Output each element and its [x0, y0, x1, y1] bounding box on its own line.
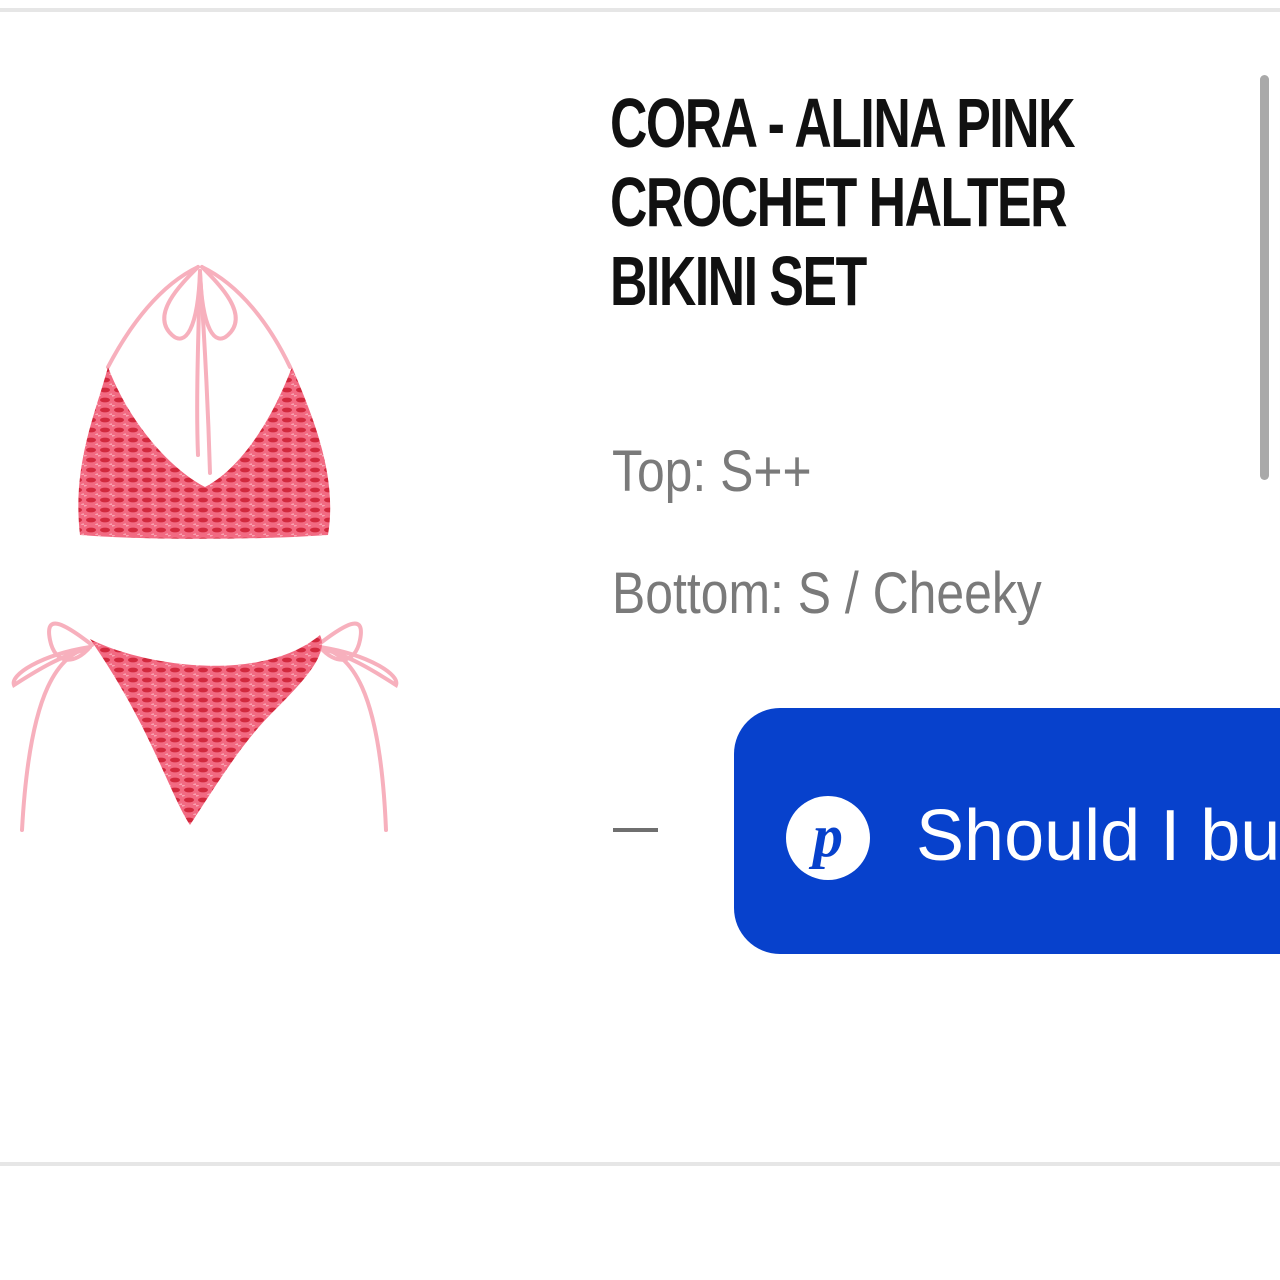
p-circle-icon: p	[786, 796, 870, 880]
top-size: Top: S++	[612, 439, 812, 504]
bottom-size: Bottom: S / Cheeky	[612, 561, 1042, 626]
title-line-1: CORA - ALINA PINK	[610, 84, 1076, 162]
bikini-illustration	[11, 265, 399, 832]
title-line-2: CROCHET HALTER	[610, 163, 1067, 241]
scrollbar[interactable]	[1260, 75, 1269, 480]
product-title: CORA - ALINA PINK CROCHET HALTER BIKINI …	[610, 84, 1076, 321]
cta-label: Should I bu	[916, 796, 1280, 876]
dash-separator	[613, 828, 658, 832]
title-line-3: BIKINI SET	[610, 242, 867, 320]
should-i-buy-button[interactable]: p Should I bu	[734, 708, 1280, 954]
product-image[interactable]	[0, 255, 410, 845]
bottom-divider	[0, 1162, 1280, 1166]
top-divider	[0, 8, 1280, 12]
